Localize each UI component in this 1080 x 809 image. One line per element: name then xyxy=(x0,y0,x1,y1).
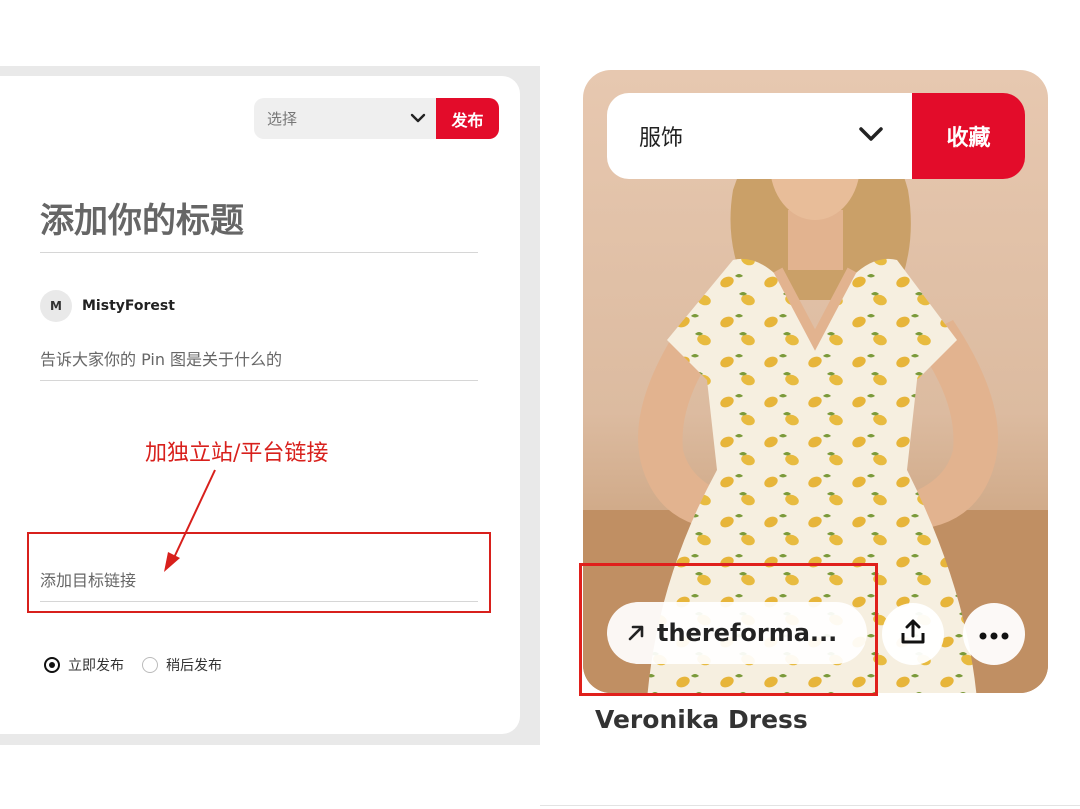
destination-link-input[interactable]: 添加目标链接 xyxy=(40,566,478,602)
board-select[interactable]: 选择 xyxy=(254,98,436,139)
pin-save-button[interactable]: 收藏 xyxy=(912,93,1025,179)
publish-later-label[interactable]: 稍后发布 xyxy=(166,655,222,675)
chevron-down-icon xyxy=(858,125,884,147)
pin-editor-card xyxy=(0,76,520,734)
author-name: MistyForest xyxy=(82,298,175,314)
publish-now-radio[interactable] xyxy=(44,657,60,673)
pin-link-highlight xyxy=(579,563,878,696)
description-input[interactable]: 告诉大家你的 Pin 图是关于什么的 xyxy=(40,345,478,381)
share-icon xyxy=(899,618,927,650)
avatar: M xyxy=(40,290,72,322)
divider xyxy=(540,805,1080,806)
publish-now-label[interactable]: 立即发布 xyxy=(68,655,124,675)
pin-board-select[interactable]: 服饰 xyxy=(607,93,912,179)
pin-board-select-label: 服饰 xyxy=(639,126,684,151)
chevron-down-icon xyxy=(410,109,426,128)
publish-later-radio[interactable] xyxy=(142,657,158,673)
more-options-button[interactable] xyxy=(963,603,1025,665)
title-input[interactable]: 添加你的标题 xyxy=(40,196,478,253)
publish-schedule: 立即发布 稍后发布 xyxy=(44,655,240,675)
more-icon xyxy=(979,625,1009,644)
pin-title: Veronika Dress xyxy=(595,705,808,734)
author-row: M MistyForest xyxy=(40,290,175,322)
board-select-placeholder: 选择 xyxy=(267,110,298,128)
publish-button[interactable]: 发布 xyxy=(436,98,499,139)
share-button[interactable] xyxy=(882,603,944,665)
